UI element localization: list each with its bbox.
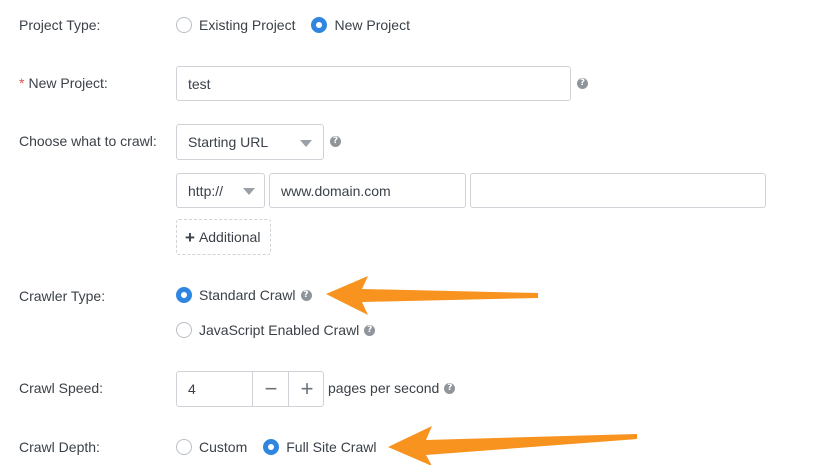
arrow-pointer-standard-crawl [326, 276, 538, 315]
annotation-arrows [326, 276, 637, 465]
arrow-pointer-full-site-crawl [388, 426, 637, 465]
